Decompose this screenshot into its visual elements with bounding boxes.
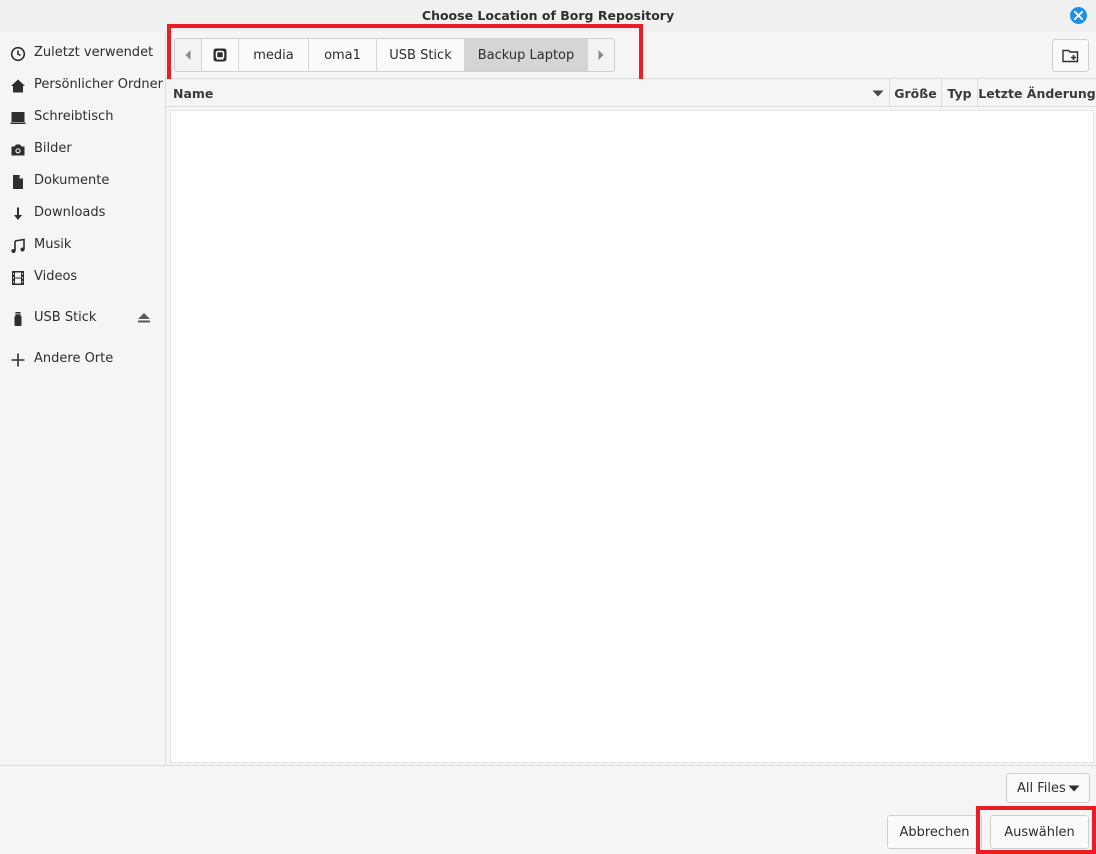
select-button[interactable]: Auswählen: [990, 815, 1089, 849]
plus-icon: [10, 352, 26, 368]
title-bar: Choose Location of Borg Repository: [0, 0, 1096, 32]
sidebar-item-label: Persönlicher Ordner: [34, 77, 163, 92]
path-scroll-right-button[interactable]: [587, 39, 614, 71]
column-modified[interactable]: Letzte Änderung: [977, 79, 1096, 107]
document-icon: [10, 174, 26, 190]
eject-icon[interactable]: [137, 311, 151, 325]
window-title: Choose Location of Borg Repository: [421, 8, 675, 23]
clock-icon: [10, 46, 26, 62]
toolbar: media oma1 USB Stick Backup Laptop: [166, 32, 1096, 79]
camera-icon: [10, 142, 26, 158]
sidebar-item-label: Andere Orte: [34, 351, 114, 366]
sidebar-item-recent[interactable]: Zuletzt verwendet: [0, 36, 166, 68]
drive-icon: [213, 48, 227, 62]
cancel-button[interactable]: Abbrechen: [887, 815, 982, 849]
sidebar-item-label: Schreibtisch: [34, 109, 114, 124]
path-segment-usb-stick[interactable]: USB Stick: [377, 39, 465, 71]
sidebar-item-music[interactable]: Musik: [0, 228, 166, 260]
path-bar: media oma1 USB Stick Backup Laptop: [174, 38, 615, 72]
sidebar-item-home[interactable]: Persönlicher Ordner: [0, 68, 166, 100]
usb-drive-icon: [10, 311, 26, 327]
path-segment-root[interactable]: [202, 39, 239, 71]
file-filter-dropdown[interactable]: All Files: [1006, 773, 1090, 803]
sidebar-item-label: Zuletzt verwendet: [34, 45, 154, 60]
sidebar-item-pictures[interactable]: Bilder: [0, 132, 166, 164]
path-segment-oma1[interactable]: oma1: [309, 39, 377, 71]
close-button[interactable]: [1070, 7, 1087, 24]
sidebar-item-label: Downloads: [34, 205, 106, 220]
sidebar-item-videos[interactable]: Videos: [0, 260, 166, 292]
places-sidebar: Zuletzt verwendet Persönlicher Ordner Sc…: [0, 32, 166, 765]
sidebar-item-other-locations[interactable]: Andere Orte: [0, 342, 166, 374]
home-icon: [10, 78, 26, 94]
film-icon: [10, 270, 26, 286]
music-icon: [10, 238, 26, 254]
sidebar-item-label: USB Stick: [34, 310, 97, 325]
dialog-footer: All Files Abbrechen Auswählen: [0, 765, 1096, 854]
sort-descending-icon[interactable]: [868, 79, 888, 107]
sidebar-item-documents[interactable]: Dokumente: [0, 164, 166, 196]
chevron-down-icon: [1068, 785, 1080, 792]
sidebar-item-label: Bilder: [34, 141, 72, 156]
path-scroll-left-button[interactable]: [175, 39, 202, 71]
sidebar-item-label: Musik: [34, 237, 72, 252]
new-folder-icon: [1061, 49, 1078, 62]
sidebar-item-downloads[interactable]: Downloads: [0, 196, 166, 228]
column-type[interactable]: Typ: [941, 79, 977, 107]
file-list-header: Name Größe Typ Letzte Änderung: [166, 79, 1096, 107]
file-filter-label: All Files: [1017, 780, 1066, 796]
sidebar-item-label: Videos: [34, 269, 78, 284]
sidebar-item-label: Dokumente: [34, 173, 110, 188]
path-segment-backup-laptop[interactable]: Backup Laptop: [465, 39, 587, 71]
sidebar-item-usb-stick[interactable]: USB Stick: [0, 301, 166, 333]
column-size[interactable]: Größe: [889, 79, 941, 107]
download-icon: [10, 206, 26, 222]
sidebar-item-desktop[interactable]: Schreibtisch: [0, 100, 166, 132]
path-segment-media[interactable]: media: [239, 39, 309, 71]
arrow-right-icon: [598, 50, 604, 60]
arrow-left-icon: [185, 50, 191, 60]
close-icon: [1074, 11, 1083, 20]
column-name[interactable]: Name: [173, 79, 883, 107]
file-list[interactable]: [170, 110, 1094, 763]
desktop-icon: [10, 110, 26, 126]
new-folder-button[interactable]: [1052, 39, 1089, 72]
